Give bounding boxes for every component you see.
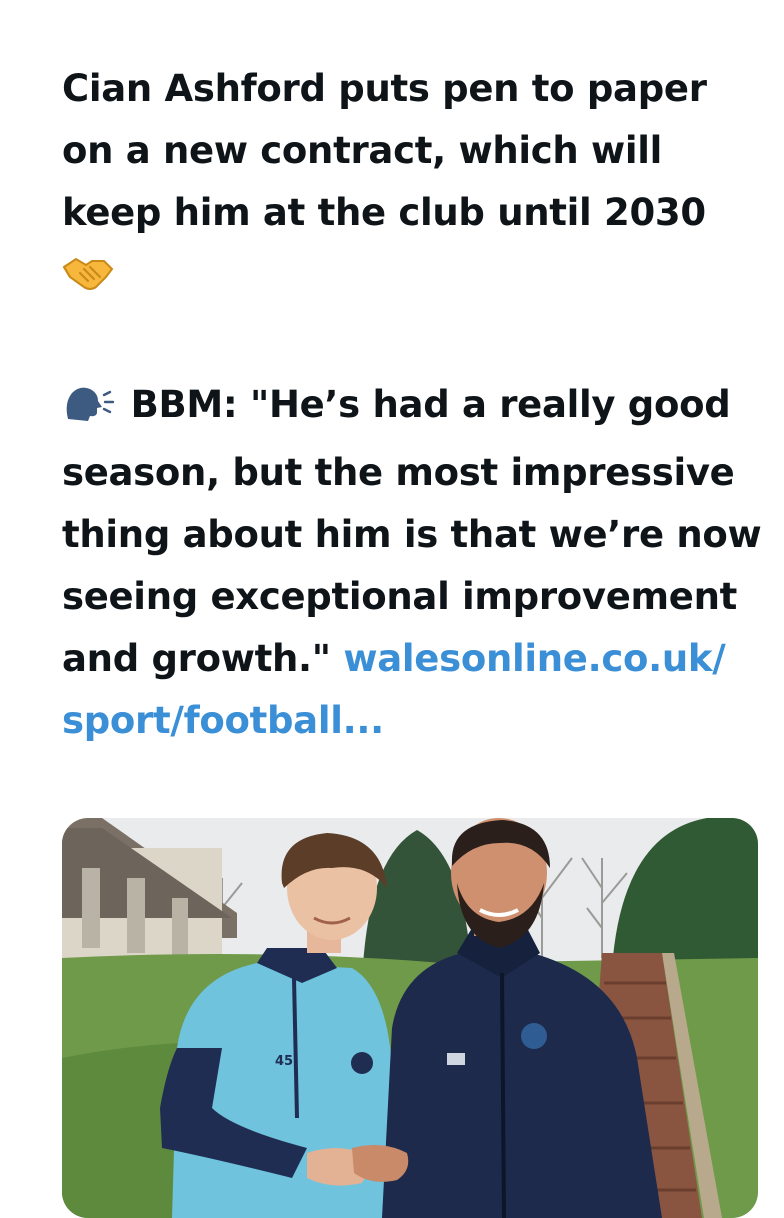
handshake-hands xyxy=(307,1144,409,1186)
speaking-head-icon xyxy=(62,380,118,442)
handshake-icon xyxy=(62,250,114,312)
tweet-text: Cian Ashford puts pen to paper on a new … xyxy=(62,58,762,752)
tweet-quote-text: BBM: "He’s had a really good season, but… xyxy=(62,383,762,680)
tweet-headline-text: Cian Ashford puts pen to paper on a new … xyxy=(62,67,707,234)
tweet-media-photo[interactable]: 45 xyxy=(62,818,758,1218)
photo-graphic: 45 xyxy=(62,818,758,1218)
tweet-headline: Cian Ashford puts pen to paper on a new … xyxy=(62,58,762,312)
tweet-quote: BBM: "He’s had a really good season, but… xyxy=(62,374,762,752)
shirt-number: 45 xyxy=(275,1054,293,1069)
